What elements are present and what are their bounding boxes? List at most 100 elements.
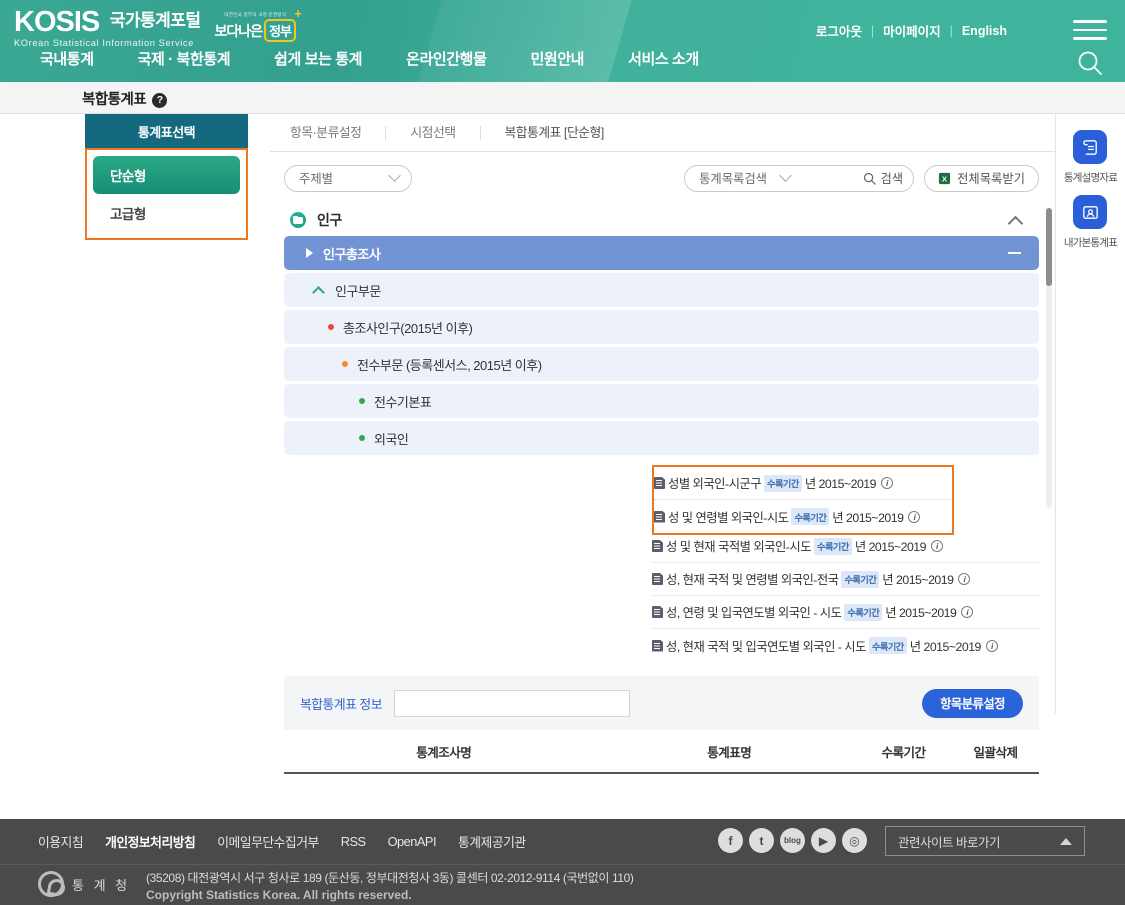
info-icon[interactable]: i [958, 573, 971, 585]
tree-node-label: 총조사인구(2015년 이후) [343, 320, 473, 336]
tree-root-population[interactable]: 인구 [284, 204, 1039, 236]
magnifier-icon [864, 172, 877, 185]
site-header: KOSIS 국가통계포털 KOrean Statistical Informat… [0, 0, 1125, 82]
leaf-table-area: 성별 외국인-시군구 수록기간 년 2015~2019 i 성 및 연령별 외국… [284, 460, 1039, 535]
bullet-icon [328, 324, 334, 330]
bullet-icon [359, 435, 365, 441]
twitter-icon[interactable]: t [749, 828, 774, 853]
help-icon[interactable]: ? [152, 93, 168, 108]
footer-link-email-refusal[interactable]: 이메일무단수집거부 [217, 832, 319, 851]
sidebar-item-advanced[interactable]: 고급형 [93, 194, 240, 232]
sidebar-item-simple[interactable]: 단순형 [93, 156, 240, 194]
tree-node-total-census-population[interactable]: 총조사인구(2015년 이후) [284, 310, 1039, 344]
info-icon[interactable]: i [880, 477, 893, 489]
table-document-icon [654, 510, 665, 523]
nav-item-easy-stats[interactable]: 쉽게 보는 통계 [252, 48, 384, 69]
table-period: 년 2015~2019 [832, 510, 904, 525]
search-submit-button[interactable]: 검색 [863, 169, 903, 187]
info-icon[interactable]: i [908, 510, 921, 523]
utility-nav: 로그아웃 | 마이페이지 | English [816, 21, 1007, 40]
blog-icon[interactable]: blog [780, 828, 805, 853]
period-tag: 수록기간 [841, 570, 880, 588]
table-document-icon [654, 477, 665, 489]
badge-chip: 정부 [264, 19, 296, 42]
chevron-up-icon[interactable] [1007, 215, 1024, 231]
info-icon[interactable]: i [930, 540, 943, 552]
collapse-minus-icon[interactable] [1008, 252, 1021, 254]
badge-main-label: 보다나은 [214, 23, 264, 39]
tab-item-classification[interactable]: 항목·분류설정 [284, 125, 387, 140]
tree-node-label: 전수기본표 [374, 394, 432, 410]
emblem-label: 통 계 청 [72, 877, 131, 893]
classification-setting-button[interactable]: 항목분류설정 [922, 688, 1023, 718]
table-period: 년 2015~2019 [854, 540, 927, 554]
table-name: 성 및 현재 국적별 외국인-시도 [666, 540, 812, 554]
page-title-text: 복합통계표 [82, 92, 147, 108]
rail-item-statistics-explanation[interactable]: 통계설명자료 [1064, 130, 1118, 185]
nav-item-international[interactable]: 국제 · 북한통계 [116, 48, 253, 69]
site-footer: 이용지침 개인정보처리방침 이메일무단수집거부 RSS OpenAPI 통계제공… [0, 819, 1125, 905]
page-root: KOSIS 국가통계포털 KOrean Statistical Informat… [0, 0, 1125, 905]
composite-info-panel: 복합통계표 정보 항목분류설정 [284, 676, 1039, 730]
table-row[interactable]: 성 및 연령별 외국인-시도 수록기간 년 2015~2019 i [654, 500, 952, 533]
tab-composite-table[interactable]: 복합통계표 [단순형] [481, 125, 628, 140]
left-panel-options-box: 단순형 고급형 [85, 148, 248, 240]
table-row[interactable]: 성별 외국인-시군구 수록기간 년 2015~2019 i [654, 467, 952, 500]
category-select[interactable]: 주제별 [284, 164, 412, 192]
hamburger-menu-icon[interactable] [1073, 17, 1107, 43]
table-name: 성별 외국인-시군구 [668, 477, 762, 491]
related-sites-select[interactable]: 관련사이트 바로가기 [885, 826, 1085, 856]
period-tag: 수록기간 [868, 637, 907, 654]
footer-link-openapi[interactable]: OpenAPI [388, 834, 437, 849]
english-link[interactable]: English [962, 24, 1007, 38]
rail-item-my-viewed-tables[interactable]: 내가본통계표 [1064, 195, 1118, 250]
tab-time-selection[interactable]: 시점선택 [386, 125, 481, 140]
chevron-down-icon [388, 168, 401, 182]
nav-item-service-intro[interactable]: 서비스 소개 [606, 48, 721, 69]
table-name: 성 및 연령별 외국인-시도 [668, 510, 789, 525]
page-subbar: 복합통계표? [0, 82, 1125, 114]
site-logo[interactable]: KOSIS 국가통계포털 KOrean Statistical Informat… [14, 7, 302, 48]
left-panel: 통계표선택 단순형 고급형 [85, 114, 248, 240]
tree-node-basic-table[interactable]: 전수기본표 [284, 384, 1039, 418]
tree-scrollbar-thumb[interactable] [1046, 208, 1052, 286]
tree-node-foreigners[interactable]: 외국인 [284, 421, 1039, 455]
table-document-icon [652, 573, 663, 585]
footer-link-privacy[interactable]: 개인정보처리방침 [105, 832, 196, 851]
footer-link-rss[interactable]: RSS [341, 834, 366, 849]
facebook-icon[interactable]: f [718, 828, 743, 853]
download-all-button[interactable]: X 전체목록받기 [924, 164, 1039, 192]
table-name: 성, 연령 및 입국연도별 외국인 - 시도 [666, 606, 842, 620]
nav-item-domestic[interactable]: 국내통계 [18, 48, 116, 69]
info-icon[interactable]: i [985, 639, 998, 652]
mypage-link[interactable]: 마이페이지 [883, 21, 941, 40]
left-panel-header: 통계표선택 [85, 114, 248, 148]
nav-item-civil-guide[interactable]: 민원안내 [508, 48, 606, 69]
tree-node-population-sector[interactable]: 인구부문 [284, 273, 1039, 307]
table-document-icon [652, 606, 663, 618]
tree-node-label: 인구부문 [335, 283, 381, 299]
period-tag: 수록기간 [764, 474, 802, 492]
footer-link-usage[interactable]: 이용지침 [38, 832, 84, 851]
tree-root-label: 인구 [317, 212, 342, 228]
search-type-select[interactable]: 통계목록검색 [699, 168, 792, 187]
composite-info-input[interactable] [393, 689, 630, 717]
related-sites-label: 관련사이트 바로가기 [898, 835, 1000, 850]
search-icon[interactable] [1075, 48, 1105, 78]
nav-item-publications[interactable]: 온라인간행물 [384, 48, 508, 69]
download-all-label: 전체목록받기 [957, 172, 1025, 186]
footer-link-providers[interactable]: 통계제공기관 [458, 832, 526, 851]
search-control[interactable]: 통계목록검색 검색 [684, 164, 915, 192]
info-icon[interactable]: i [961, 606, 974, 618]
youtube-icon[interactable]: ▶ [811, 828, 836, 853]
table-row[interactable]: 성, 현재 국적 및 연령별 외국인-전국 수록기간 년 2015~2019 i [652, 563, 1039, 596]
table-row[interactable]: 성, 현재 국적 및 입국연도별 외국인 - 시도 수록기간 년 2015~20… [652, 629, 1039, 662]
instagram-icon[interactable]: ◎ [842, 828, 867, 853]
tree-node-full-enumeration[interactable]: 전수부문 (등록센서스, 2015년 이후) [284, 347, 1039, 381]
logout-link[interactable]: 로그아웃 [816, 21, 862, 40]
highlighted-table-group: 성별 외국인-시군구 수록기간 년 2015~2019 i 성 및 연령별 외국… [652, 465, 954, 535]
table-row[interactable]: 성, 연령 및 입국연도별 외국인 - 시도 수록기간 년 2015~2019 … [652, 596, 1039, 629]
search-type-value: 통계목록검색 [699, 172, 767, 186]
tree-node-census[interactable]: 인구총조사 [284, 236, 1039, 270]
table-document-icon [652, 540, 663, 552]
